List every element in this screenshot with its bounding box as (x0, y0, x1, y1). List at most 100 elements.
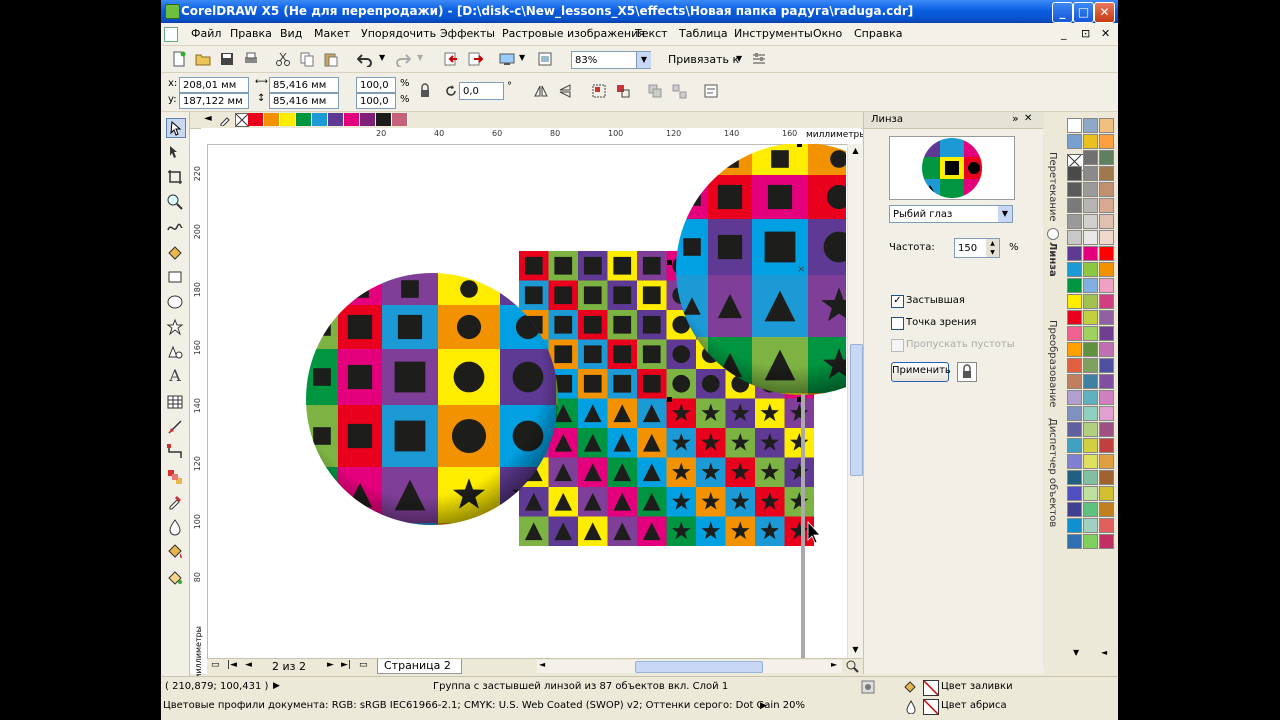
height-field[interactable]: 85,416 мм (269, 93, 339, 109)
palette-swatch[interactable] (1083, 262, 1098, 277)
palette-swatch[interactable] (1067, 518, 1082, 533)
document-palette-swatch[interactable] (376, 113, 392, 126)
palette-swatch[interactable] (1067, 118, 1082, 133)
palette-swatch[interactable] (1083, 486, 1098, 501)
menu-layout[interactable]: Макет (314, 27, 350, 40)
palette-swatch[interactable] (1099, 534, 1114, 549)
application-launcher-icon[interactable] (499, 51, 515, 67)
palette-swatch[interactable] (1083, 502, 1098, 517)
palette-swatch[interactable] (1099, 278, 1114, 293)
palette-swatch[interactable] (1099, 406, 1114, 421)
undo-dropdown-icon[interactable]: ▼ (379, 53, 385, 62)
pick-tool-icon[interactable] (166, 118, 186, 138)
lens-type-select[interactable]: Рыбий глаз (889, 205, 1013, 223)
palette-scroll-down-icon[interactable]: ▼ (1073, 648, 1079, 657)
dimension-tool-icon[interactable] (166, 418, 184, 436)
palette-swatch[interactable] (1083, 390, 1098, 405)
palette-swatch[interactable] (1067, 182, 1082, 197)
palette-swatch[interactable] (1067, 406, 1082, 421)
document-palette-swatch[interactable] (264, 113, 280, 126)
zoom-tool-icon[interactable] (166, 193, 184, 211)
outline-color-swatch[interactable] (923, 699, 939, 715)
palette-swatch[interactable] (1099, 518, 1114, 533)
document-palette-swatch[interactable] (248, 113, 264, 126)
fill-color-swatch[interactable] (923, 680, 939, 696)
fill-tool-icon[interactable] (166, 543, 184, 561)
palette-scroll-left-icon[interactable]: ◄ (204, 113, 212, 124)
blend-tool-icon[interactable] (166, 468, 184, 486)
palette-swatch[interactable] (1083, 118, 1098, 133)
palette-swatch[interactable] (1067, 358, 1082, 373)
menu-text[interactable]: Текст (635, 27, 668, 40)
menu-help[interactable]: Справка (854, 27, 902, 40)
tab-object-manager[interactable]: Диспетчер объектов (1047, 418, 1058, 527)
rectangle-tool-icon[interactable] (166, 268, 184, 286)
palette-swatch[interactable] (1099, 294, 1114, 309)
palette-swatch[interactable] (1067, 198, 1082, 213)
freehand-tool-icon[interactable] (166, 218, 184, 236)
artwork[interactable]: × (207, 144, 847, 658)
viewpoint-checkbox[interactable] (891, 317, 904, 330)
scroll-left-icon[interactable]: ◄ (539, 660, 545, 669)
crop-tool-icon[interactable] (166, 168, 184, 186)
profiles-menu-icon[interactable]: ▶ (760, 701, 767, 711)
palette-swatch[interactable] (1067, 310, 1082, 325)
menu-window[interactable]: Окно (813, 27, 842, 40)
doc-close-button[interactable]: ✕ (1101, 27, 1110, 40)
horizontal-scrollbar[interactable]: ◄ ► (537, 660, 842, 673)
save-icon[interactable] (219, 51, 235, 67)
menu-arrange[interactable]: Упорядочить (361, 27, 436, 40)
palette-swatch[interactable] (1067, 342, 1082, 357)
palette-swatch[interactable] (1083, 470, 1098, 485)
palette-swatch[interactable] (1067, 470, 1082, 485)
eyedropper-icon[interactable] (219, 112, 233, 126)
menu-view[interactable]: Вид (280, 27, 302, 40)
y-position-field[interactable]: 187,122 мм (179, 93, 249, 109)
palette-swatch[interactable] (1099, 230, 1114, 245)
undo-icon[interactable] (357, 51, 373, 67)
palette-swatch[interactable] (1083, 406, 1098, 421)
outline-tool-icon[interactable] (166, 518, 184, 536)
palette-swatch[interactable] (1099, 454, 1114, 469)
tab-blend[interactable]: Перетекание (1047, 152, 1058, 222)
palette-swatch[interactable] (1099, 214, 1114, 229)
menu-effects[interactable]: Эффекты (440, 27, 495, 40)
selection-handle[interactable] (667, 397, 672, 402)
selection-handle[interactable] (797, 144, 802, 147)
shape-tool-icon[interactable] (166, 143, 184, 161)
doc-restore-button[interactable]: ⊡ (1081, 27, 1090, 40)
palette-swatch[interactable] (1067, 246, 1082, 261)
palette-swatch[interactable] (1083, 246, 1098, 261)
palette-swatch[interactable] (1083, 454, 1098, 469)
palette-swatch[interactable] (1099, 182, 1114, 197)
minimize-button[interactable]: _ (1052, 2, 1073, 23)
polygon-tool-icon[interactable] (166, 318, 184, 336)
interactive-fill-tool-icon[interactable] (166, 568, 184, 586)
zoom-dropdown-icon[interactable]: ▼ (636, 52, 651, 68)
prev-page-icon[interactable]: ◄ (245, 660, 252, 670)
palette-swatch[interactable] (1067, 438, 1082, 453)
document-palette-swatch[interactable] (392, 113, 408, 126)
vertical-ruler[interactable]: 220 200 180 160 140 120 100 80 (191, 144, 208, 658)
palette-swatch[interactable] (1067, 134, 1082, 149)
copy-icon[interactable] (299, 51, 315, 67)
connector-tool-icon[interactable] (166, 443, 184, 461)
vertical-scroll-thumb[interactable] (850, 344, 863, 476)
options-icon[interactable] (751, 51, 767, 67)
palette-swatch[interactable] (1083, 342, 1098, 357)
menu-table[interactable]: Таблица (679, 27, 728, 40)
mirror-vertical-icon[interactable] (557, 83, 573, 99)
palette-swatch[interactable] (1083, 438, 1098, 453)
palette-swatch[interactable] (1083, 230, 1098, 245)
palette-swatch[interactable] (1083, 358, 1098, 373)
palette-swatch[interactable] (1067, 374, 1082, 389)
palette-swatch[interactable] (1083, 310, 1098, 325)
coords-menu-icon[interactable]: ▶ (273, 681, 280, 691)
table-tool-icon[interactable] (166, 393, 184, 411)
palette-swatch[interactable] (1067, 486, 1082, 501)
palette-swatch[interactable] (1099, 486, 1114, 501)
scroll-right-icon[interactable]: ► (831, 660, 837, 669)
rate-spinner-icon[interactable]: ▲ ▼ (986, 239, 999, 257)
import-icon[interactable] (443, 51, 459, 67)
cut-icon[interactable] (275, 51, 291, 67)
